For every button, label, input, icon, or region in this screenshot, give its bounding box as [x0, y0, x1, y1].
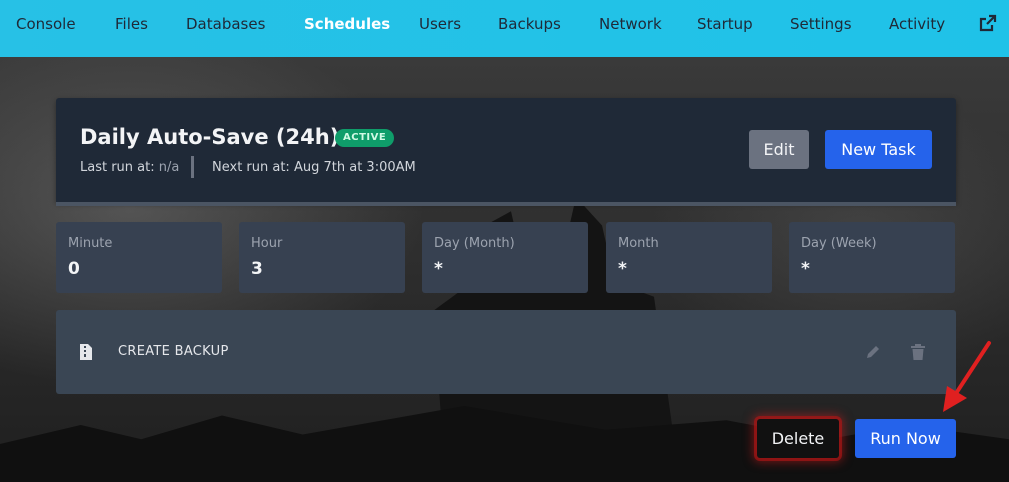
last-run-value: n/a	[158, 160, 180, 175]
new-task-button[interactable]: New Task	[825, 130, 932, 169]
tab-databases[interactable]: Databases	[186, 0, 265, 48]
task-label: CREATE BACKUP	[118, 344, 229, 359]
cron-day-week-label: Day (Week)	[801, 236, 877, 251]
cron-minute-value: 0	[68, 259, 80, 279]
delete-button[interactable]: Delete	[757, 419, 839, 458]
trash-icon[interactable]	[911, 344, 925, 360]
task-row: CREATE BACKUP	[56, 310, 956, 394]
header-divider	[56, 202, 956, 206]
status-badge: ACTIVE	[335, 129, 395, 147]
cron-month-label: Month	[618, 236, 659, 251]
cron-hour-value: 3	[251, 259, 263, 279]
external-link-icon[interactable]	[979, 14, 997, 32]
next-run-info: Next run at: Aug 7th at 3:00AM	[212, 160, 416, 175]
cron-day-month: Day (Month) *	[422, 222, 588, 293]
cron-hour-label: Hour	[251, 236, 283, 251]
last-run-info: Last run at: n/a	[80, 160, 179, 175]
annotation-arrow-icon	[943, 341, 991, 412]
tab-files[interactable]: Files	[115, 0, 148, 48]
cron-day-month-label: Day (Month)	[434, 236, 515, 251]
run-now-button[interactable]: Run Now	[855, 419, 956, 458]
tab-console[interactable]: Console	[16, 0, 76, 48]
cron-hour: Hour 3	[239, 222, 405, 293]
cron-minute: Minute 0	[56, 222, 222, 293]
cron-month-value: *	[618, 259, 627, 279]
top-navigation: Console Files Databases Schedules Users …	[0, 0, 1009, 57]
schedule-title: Daily Auto-Save (24h)	[80, 125, 340, 149]
next-run-value: Aug 7th at 3:00AM	[293, 160, 416, 175]
schedule-header-card: Daily Auto-Save (24h) ACTIVE Last run at…	[56, 98, 956, 202]
tab-activity[interactable]: Activity	[889, 0, 945, 48]
cron-day-week-value: *	[801, 259, 810, 279]
tab-settings[interactable]: Settings	[790, 0, 852, 48]
cron-minute-label: Minute	[68, 236, 113, 251]
tab-network[interactable]: Network	[599, 0, 662, 48]
cron-day-week: Day (Week) *	[789, 222, 955, 293]
cron-month: Month *	[606, 222, 772, 293]
cron-day-month-value: *	[434, 259, 443, 279]
file-archive-icon	[80, 344, 92, 360]
tab-users[interactable]: Users	[419, 0, 461, 48]
last-run-label: Last run at:	[80, 160, 155, 175]
tab-schedules[interactable]: Schedules	[304, 0, 390, 48]
tab-backups[interactable]: Backups	[498, 0, 561, 48]
edit-button[interactable]: Edit	[749, 130, 809, 169]
tab-startup[interactable]: Startup	[697, 0, 753, 48]
pencil-icon[interactable]	[865, 344, 881, 360]
next-run-label: Next run at:	[212, 160, 290, 175]
meta-divider	[191, 156, 194, 178]
